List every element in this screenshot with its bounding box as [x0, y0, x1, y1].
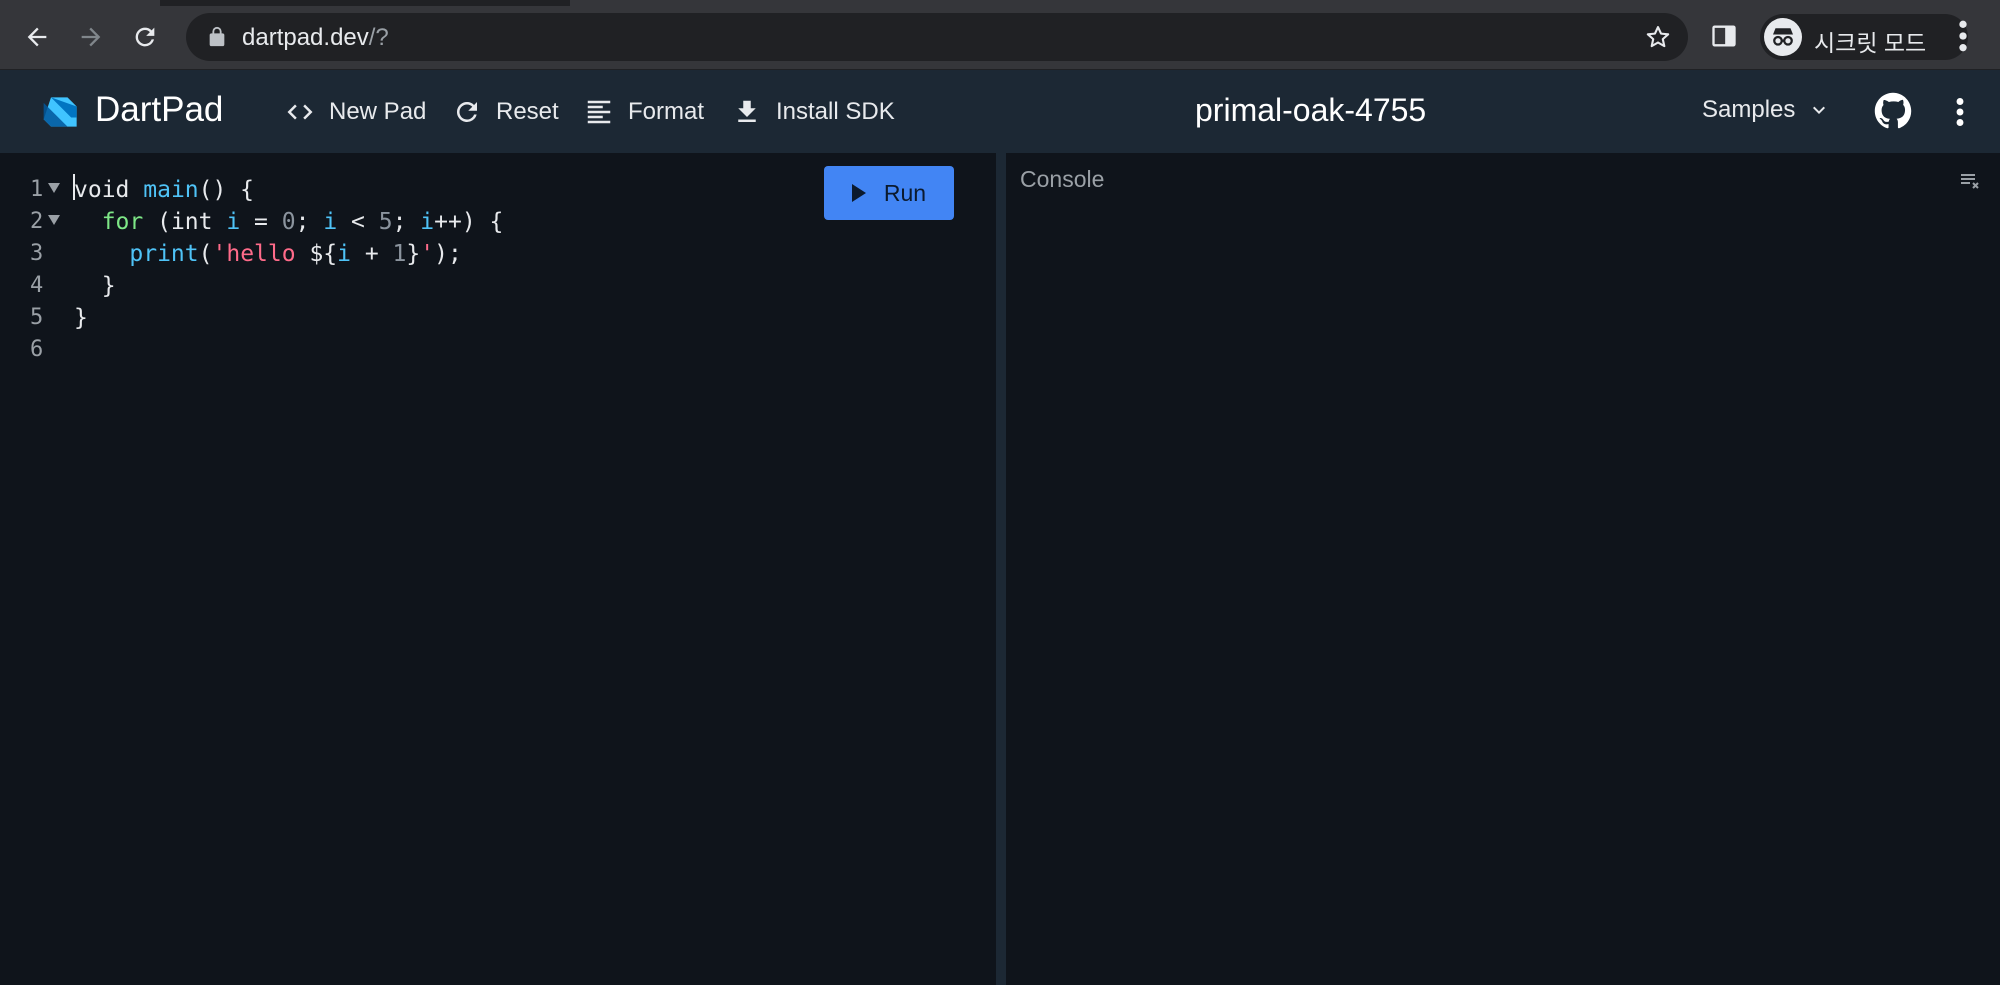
line-number: 2	[30, 209, 44, 234]
github-icon[interactable]	[1874, 92, 1912, 130]
reload-icon	[135, 27, 155, 47]
gutter-line: 3	[0, 237, 70, 269]
code-icon	[287, 104, 313, 120]
side-panel-icon[interactable]	[1710, 22, 1738, 50]
code-token: i	[226, 209, 241, 235]
line-number: 4	[30, 273, 44, 298]
new-pad-button[interactable]: New Pad	[285, 94, 426, 130]
profile-label: 시크릿 모드	[1814, 30, 1927, 56]
arrow-left-icon	[27, 27, 47, 47]
tab-strip	[0, 0, 2000, 6]
install-sdk-label: Install SDK	[776, 98, 895, 125]
url-path: /?	[368, 24, 389, 51]
code-token: }	[101, 273, 116, 299]
code-token: ;	[392, 209, 421, 235]
fold-arrow-icon[interactable]	[48, 215, 60, 225]
code-line[interactable]: }	[74, 301, 88, 333]
code-token: i	[323, 209, 338, 235]
app-title: DartPad	[95, 90, 224, 129]
url-text: dartpad.dev/?	[242, 24, 389, 52]
browser-menu-icon[interactable]	[1948, 16, 1978, 56]
gutter-line: 1	[0, 173, 70, 205]
browser-tab[interactable]	[570, 0, 2000, 6]
code-token: +	[351, 241, 393, 267]
code-token: void	[74, 177, 130, 203]
line-number: 5	[30, 305, 44, 330]
code-token: (int	[143, 209, 227, 235]
code-token: ${	[309, 241, 338, 267]
code-token: );	[434, 241, 462, 267]
code-token: <	[337, 209, 379, 235]
app-header: DartPad New Pad Reset Format Install SDK…	[0, 70, 2000, 153]
format-label: Format	[628, 98, 705, 125]
reset-button[interactable]: Reset	[452, 94, 559, 130]
code-token: (	[198, 241, 213, 267]
browser-tab[interactable]	[0, 0, 160, 6]
new-pad-label: New Pad	[329, 98, 427, 125]
console-panel	[1006, 153, 2000, 985]
gutter-line: 6	[0, 333, 70, 365]
split-divider[interactable]	[996, 153, 1006, 985]
code-token: for	[101, 209, 144, 235]
code-token: =	[240, 209, 282, 235]
dart-logo-icon[interactable]	[40, 90, 84, 134]
code-token: }	[74, 305, 88, 331]
reload-button[interactable]	[122, 14, 168, 60]
code-line[interactable]: for (int i = 0; i < 5; i++) {	[74, 205, 504, 237]
code-token: i	[337, 241, 351, 267]
install-sdk-button[interactable]: Install SDK	[732, 94, 895, 130]
reset-label: Reset	[496, 98, 559, 125]
incognito-icon	[1764, 18, 1802, 56]
arrow-right-icon	[81, 27, 101, 47]
code-token: () {	[198, 177, 255, 203]
text-cursor	[73, 174, 75, 200]
clear-console-icon[interactable]	[1958, 168, 1982, 192]
chevron-down-icon	[1813, 106, 1826, 114]
code-editor[interactable]: 1 2 3 4 5 6 void main() { for (int i = 0…	[0, 153, 996, 985]
code-token: print	[129, 241, 199, 267]
code-line[interactable]: }	[74, 269, 116, 301]
code-token: 5	[378, 209, 393, 235]
back-button[interactable]	[14, 14, 60, 60]
gutter-line: 2	[0, 205, 70, 237]
code-token: i	[420, 209, 435, 235]
fold-arrow-icon[interactable]	[48, 183, 60, 193]
forward-button[interactable]	[68, 14, 114, 60]
line-number: 6	[30, 337, 44, 362]
browser-toolbar: dartpad.dev/? 시크릿 모드	[0, 0, 2000, 70]
url-host: dartpad.dev	[242, 24, 369, 51]
format-button[interactable]: Format	[584, 94, 704, 130]
more-vert-icon[interactable]	[1948, 94, 1972, 130]
lock-icon	[209, 26, 225, 47]
bookmark-star-icon[interactable]	[1644, 23, 1672, 51]
download-icon	[738, 100, 756, 122]
code-token: 0	[281, 209, 296, 235]
gutter-line: 5	[0, 301, 70, 333]
code-line[interactable]: print('hello ${i + 1}');	[74, 237, 462, 269]
line-number: 1	[30, 177, 44, 202]
address-bar[interactable]: dartpad.dev/?	[186, 13, 1688, 61]
gutter-line: 4	[0, 269, 70, 301]
code-token: ++) {	[434, 209, 504, 235]
console-title: Console	[1020, 166, 1105, 192]
samples-label: Samples	[1702, 96, 1796, 123]
code-token: 'hello	[212, 241, 310, 267]
line-number: 3	[30, 241, 44, 266]
samples-dropdown[interactable]: Samples	[1702, 96, 1831, 124]
code-token: main	[143, 177, 199, 203]
run-label: Run	[883, 179, 927, 206]
play-icon	[851, 184, 866, 202]
code-token: ;	[295, 209, 324, 235]
format-align-icon	[587, 100, 611, 124]
code-line[interactable]: void main() {	[74, 173, 254, 205]
code-token: }	[406, 241, 421, 267]
code-token: '	[420, 241, 435, 267]
code-token: 1	[392, 241, 407, 267]
refresh-icon	[456, 101, 477, 122]
pad-title[interactable]: primal-oak-4755	[1195, 92, 1426, 129]
incognito-profile-button[interactable]: 시크릿 모드	[1760, 14, 1968, 60]
run-button[interactable]: Run	[824, 166, 954, 220]
